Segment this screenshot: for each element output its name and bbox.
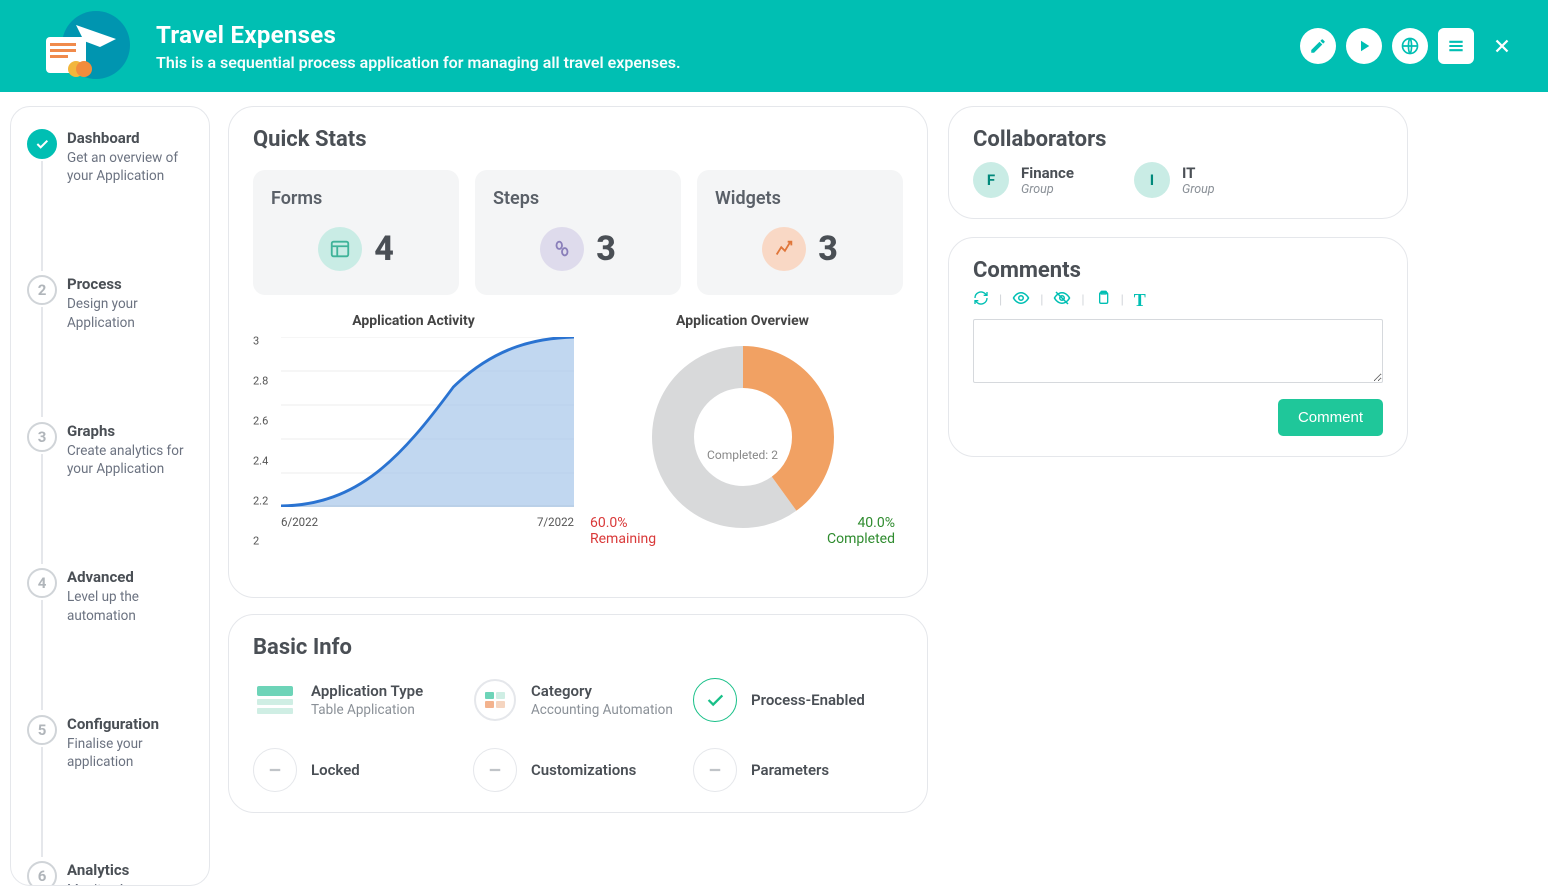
sidebar-item-configuration[interactable]: 5 Configuration Finalise your applicatio… — [27, 715, 193, 771]
sidebar-item-label: Dashboard — [67, 129, 193, 147]
sidebar-item-label: Advanced — [67, 568, 193, 586]
info-customizations: Customizations — [473, 748, 683, 792]
info-locked: Locked — [253, 748, 463, 792]
card-title: Comments — [973, 258, 1383, 283]
avatar: F — [973, 162, 1009, 198]
comment-button[interactable]: Comment — [1278, 399, 1383, 436]
sidebar-item-process[interactable]: 2 Process Design your Application — [27, 275, 193, 331]
legend-remaining: 60.0% Remaining — [590, 515, 656, 547]
legend-completed: 40.0% Completed — [827, 515, 895, 547]
quick-stats-card: Quick Stats Forms 4 Steps — [228, 106, 928, 598]
comments-card: Comments | | | | T Comment — [948, 237, 1408, 457]
comment-input[interactable] — [973, 319, 1383, 383]
step-number-icon: 5 — [27, 715, 57, 745]
app-logo-icon — [28, 7, 138, 85]
collaborator-item[interactable]: I IT Group — [1134, 162, 1215, 198]
steps-icon — [540, 227, 584, 271]
application-overview-chart: Application Overview Completed: 2 — [582, 313, 903, 577]
category-icon — [473, 678, 517, 722]
widgets-icon — [762, 227, 806, 271]
sidebar-item-advanced[interactable]: 4 Advanced Level up the automation — [27, 568, 193, 624]
card-title: Collaborators — [973, 127, 1383, 152]
comment-toolbar: | | | | T — [973, 289, 1383, 311]
collaborators-card: Collaborators F Finance Group I IT Grou — [948, 106, 1408, 219]
step-number-icon: 6 — [27, 861, 57, 886]
sidebar-nav: Dashboard Get an overview of your Applic… — [10, 106, 210, 886]
info-parameters: Parameters — [693, 748, 903, 792]
stat-tile-forms[interactable]: Forms 4 — [253, 170, 459, 295]
check-icon — [27, 129, 57, 159]
table-icon — [253, 678, 297, 722]
sidebar-item-label: Process — [67, 275, 193, 293]
eye-off-icon[interactable] — [1053, 289, 1071, 311]
globe-button[interactable] — [1392, 28, 1428, 64]
sidebar-item-label: Configuration — [67, 715, 193, 733]
text-icon[interactable]: T — [1134, 290, 1146, 311]
sidebar-item-dashboard[interactable]: Dashboard Get an overview of your Applic… — [27, 129, 193, 185]
check-circle-icon — [693, 678, 737, 722]
play-button[interactable] — [1346, 28, 1382, 64]
info-category: Category Accounting Automation — [473, 678, 683, 722]
sidebar-item-label: Graphs — [67, 422, 193, 440]
card-title: Quick Stats — [253, 127, 903, 152]
stat-tile-widgets[interactable]: Widgets 3 — [697, 170, 903, 295]
clipboard-icon[interactable] — [1095, 290, 1111, 310]
forms-icon — [318, 227, 362, 271]
sidebar-item-analytics[interactable]: 6 Analytics Monitor App performance — [27, 861, 193, 886]
application-activity-chart: Application Activity 3 2.8 2.6 2.4 2.2 2 — [253, 313, 574, 577]
refresh-icon[interactable] — [973, 290, 989, 310]
eye-icon[interactable] — [1012, 289, 1030, 311]
header-actions — [1300, 28, 1520, 64]
app-header: Travel Expenses This is a sequential pro… — [0, 0, 1548, 92]
sidebar-item-label: Analytics — [67, 861, 193, 879]
collaborator-item[interactable]: F Finance Group — [973, 162, 1074, 198]
step-number-icon: 2 — [27, 275, 57, 305]
sidebar-item-graphs[interactable]: 3 Graphs Create analytics for your Appli… — [27, 422, 193, 478]
step-number-icon: 3 — [27, 422, 57, 452]
dash-icon — [693, 748, 737, 792]
info-process-enabled: Process-Enabled — [693, 678, 903, 722]
stat-tile-steps[interactable]: Steps 3 — [475, 170, 681, 295]
page-subtitle: This is a sequential process application… — [156, 53, 1300, 72]
page-title: Travel Expenses — [156, 21, 1300, 49]
card-title: Basic Info — [253, 635, 903, 660]
menu-button[interactable] — [1438, 28, 1474, 64]
close-button[interactable] — [1484, 28, 1520, 64]
donut-center-label: Completed: 2 — [707, 448, 778, 462]
basic-info-card: Basic Info Application Type Table Applic… — [228, 614, 928, 813]
avatar: I — [1134, 162, 1170, 198]
step-number-icon: 4 — [27, 568, 57, 598]
dash-icon — [253, 748, 297, 792]
dash-icon — [473, 748, 517, 792]
info-application-type: Application Type Table Application — [253, 678, 463, 722]
edit-button[interactable] — [1300, 28, 1336, 64]
